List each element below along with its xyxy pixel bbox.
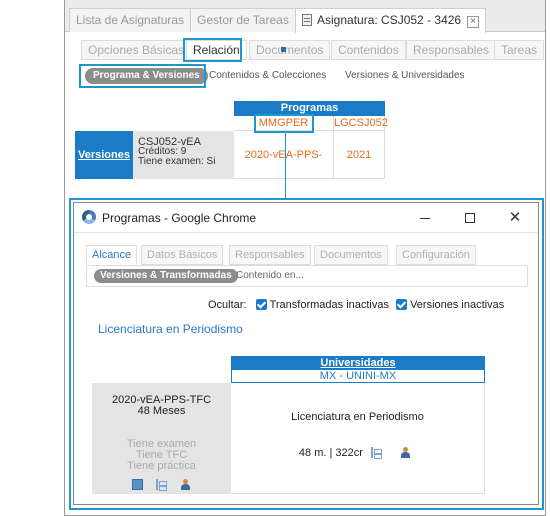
universidades-header[interactable]: Universidades: [231, 356, 485, 370]
user-icon[interactable]: [180, 479, 191, 490]
top-tab-bar: Lista de Asignaturas Gestor de Tareas As…: [65, 0, 545, 33]
version-duration: 48 Meses: [137, 405, 186, 417]
tab-alcance[interactable]: Alcance: [86, 245, 138, 265]
tab-label: Tareas: [501, 43, 538, 57]
checkbox-transformadas[interactable]: [255, 299, 267, 310]
checkbox-versiones-label: Versiones inactivas: [410, 299, 505, 311]
tab-gestor-tareas[interactable]: Gestor de Tareas: [190, 8, 296, 32]
column-mmgper[interactable]: MMGPER: [234, 116, 334, 131]
window-titlebar: Programas - Google Chrome ✕: [74, 203, 538, 233]
tab-opciones-basicas[interactable]: Opciones Básicas: [81, 40, 192, 60]
tab-configuracion[interactable]: Configuración: [396, 245, 476, 265]
tab-documentos[interactable]: Documentos: [314, 245, 388, 265]
section-tab-versiones-universidades[interactable]: Versiones & Universidades: [345, 70, 465, 81]
tab-contenidos[interactable]: Contenidos: [331, 40, 406, 60]
program-year-cell[interactable]: 2021: [334, 131, 385, 179]
chrome-popup-window: Programas - Google Chrome ✕ Alcance Dato…: [73, 202, 539, 505]
program-version-cell[interactable]: 2020-vEA-PPS-TFC: [234, 131, 334, 209]
section-tab-contenidos-colecciones[interactable]: Contenidos & Colecciones: [209, 70, 326, 81]
course-info-cell: CSJ052-vEA Créditos: 9 Tiene examen: Si: [133, 131, 234, 179]
tab-label: Configuración: [402, 249, 470, 261]
versiones-link[interactable]: Versiones: [75, 131, 133, 179]
ocultar-label: Ocultar:: [208, 299, 247, 311]
section-pill-versiones-transformadas[interactable]: Versiones & Transformadas: [94, 269, 238, 283]
section-pill-programa-versiones[interactable]: Programa & Versiones: [85, 68, 208, 84]
app-frame: Lista de Asignaturas Gestor de Tareas As…: [64, 0, 546, 516]
university-detail-cell: Licenciatura en Periodismo 48 m. | 322cr: [231, 383, 485, 494]
tab-tareas[interactable]: Tareas: [494, 40, 545, 60]
close-icon[interactable]: ×: [467, 16, 480, 28]
connector-line: [285, 133, 286, 199]
detail-credits: | 322cr: [329, 447, 363, 459]
chrome-logo-icon: [82, 210, 96, 224]
detail-months: 48 m.: [298, 447, 327, 459]
checkbox-transformadas-label: Transformadas inactivas: [269, 299, 389, 311]
tab-responsables[interactable]: Responsables: [406, 40, 497, 60]
checkbox-versiones[interactable]: [396, 299, 408, 310]
maximize-icon[interactable]: [459, 207, 481, 229]
tab-label: Responsables: [413, 43, 490, 57]
tab-label: Documentos: [320, 249, 382, 261]
version-cell: 2020-vEA-PPS-TFC 48 Meses Tiene examen T…: [92, 383, 231, 494]
programas-header: Programas: [234, 101, 385, 116]
tab-label: Gestor de Tareas: [197, 13, 289, 27]
tab-label: Datos Básicos: [147, 249, 218, 261]
tab-label: Documentos: [256, 43, 324, 57]
detail-program-name: Licenciatura en Periodismo: [291, 411, 424, 423]
course-exam: Tiene examen: Si: [138, 156, 216, 167]
tab-label: Asignatura: CSJ052 - 3426: [317, 13, 462, 27]
book-icon[interactable]: [131, 479, 143, 490]
tab-lista-asignaturas[interactable]: Lista de Asignaturas: [69, 8, 192, 32]
university-column[interactable]: MX - UNINI-MX: [231, 370, 485, 383]
close-icon[interactable]: ✕: [504, 207, 526, 229]
tree-icon[interactable]: [156, 479, 167, 491]
tab-label: Relación: [193, 43, 240, 57]
user-icon[interactable]: [400, 447, 411, 458]
document-icon: [302, 14, 312, 26]
ocultar-row: Ocultar: Transformadas inactivas Version…: [208, 299, 504, 311]
tab-label: Responsables: [235, 249, 305, 261]
notification-dot: [281, 47, 286, 52]
tab-responsables[interactable]: Responsables: [229, 245, 311, 265]
tree-icon[interactable]: [371, 447, 382, 459]
tab-label: Lista de Asignaturas: [76, 13, 185, 27]
section-link-contenido[interactable]: Contenido en...: [236, 270, 304, 281]
tab-asignatura[interactable]: Asignatura: CSJ052 - 3426 ×: [295, 8, 487, 33]
flag-practica: Tiene práctica: [127, 460, 196, 472]
program-title[interactable]: Licenciatura en Periodismo: [98, 322, 243, 336]
column-lgcsj052[interactable]: LGCSJ052: [334, 116, 388, 131]
tab-documentos[interactable]: Documentos: [249, 40, 331, 60]
tab-label: Opciones Básicas: [88, 43, 185, 57]
tab-datos-basicos[interactable]: Datos Básicos: [141, 245, 224, 265]
minimize-icon[interactable]: [414, 207, 436, 229]
detail-row: 48 m. | 322cr: [231, 447, 484, 459]
tab-relacion[interactable]: Relación: [186, 40, 247, 60]
window-title: Programas - Google Chrome: [102, 211, 257, 225]
tab-label: Alcance: [92, 249, 132, 261]
tab-label: Contenidos: [338, 43, 399, 57]
